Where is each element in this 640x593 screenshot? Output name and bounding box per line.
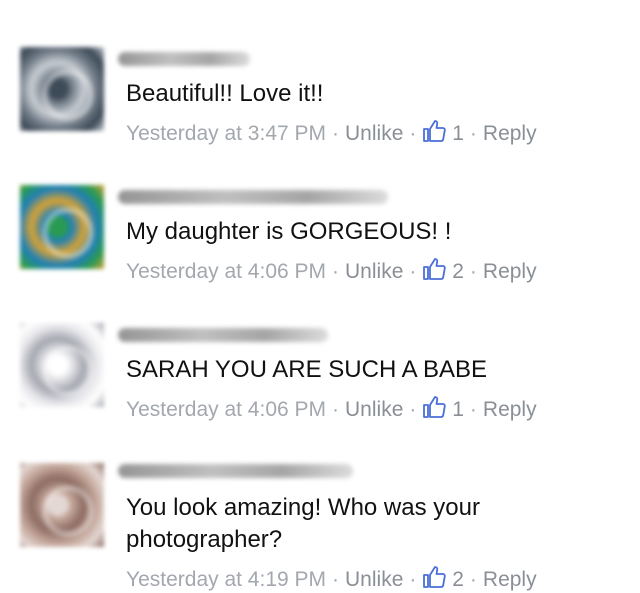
comment-text: You look amazing! Who was your photograp… [126,494,480,553]
comment-text: My daughter is GORGEOUS! ! [126,218,452,245]
avatar[interactable] [20,47,104,131]
comment-timestamp[interactable]: Yesterday at 4:06 PM [126,260,326,283]
avatar[interactable] [20,185,104,269]
author-name-redacted[interactable] [118,328,328,342]
thumbs-up-icon[interactable] [422,119,447,143]
unlike-link[interactable]: Unlike [345,122,403,145]
reply-link[interactable]: Reply [483,568,537,591]
comment-text: SARAH YOU ARE SUCH A BABE [126,356,488,383]
author-name-redacted[interactable] [118,190,388,204]
comment-text: Beautiful!! Love it!! [126,80,324,107]
thumbs-up-icon[interactable] [422,257,447,281]
unlike-link[interactable]: Unlike [345,260,403,283]
comment-meta: Yesterday at 4:19 PM · Unlike · 2 · Reply [126,565,537,593]
comment-meta: Yesterday at 4:06 PM · Unlike · 1 · Reply [126,395,537,423]
comment-meta: Yesterday at 4:06 PM · Unlike · 2 · Reply [126,257,537,285]
unlike-link[interactable]: Unlike [345,398,403,421]
like-count[interactable]: 1 [452,398,464,421]
comment-timestamp[interactable]: Yesterday at 4:19 PM [126,568,326,591]
like-count[interactable]: 2 [452,568,464,591]
like-count[interactable]: 1 [452,122,464,145]
author-name-redacted[interactable] [118,464,353,478]
thumbs-up-icon[interactable] [422,395,447,419]
reply-link[interactable]: Reply [483,260,537,283]
reply-link[interactable]: Reply [483,398,537,421]
comment-meta: Yesterday at 3:47 PM · Unlike · 1 · Reply [126,119,537,147]
comment-timestamp[interactable]: Yesterday at 4:06 PM [126,398,326,421]
comment-timestamp[interactable]: Yesterday at 3:47 PM [126,122,326,145]
like-count[interactable]: 2 [452,260,464,283]
unlike-link[interactable]: Unlike [345,568,403,591]
author-name-redacted[interactable] [118,52,250,66]
thumbs-up-icon[interactable] [422,565,447,589]
avatar[interactable] [20,463,104,547]
reply-link[interactable]: Reply [483,122,537,145]
avatar[interactable] [20,323,104,407]
